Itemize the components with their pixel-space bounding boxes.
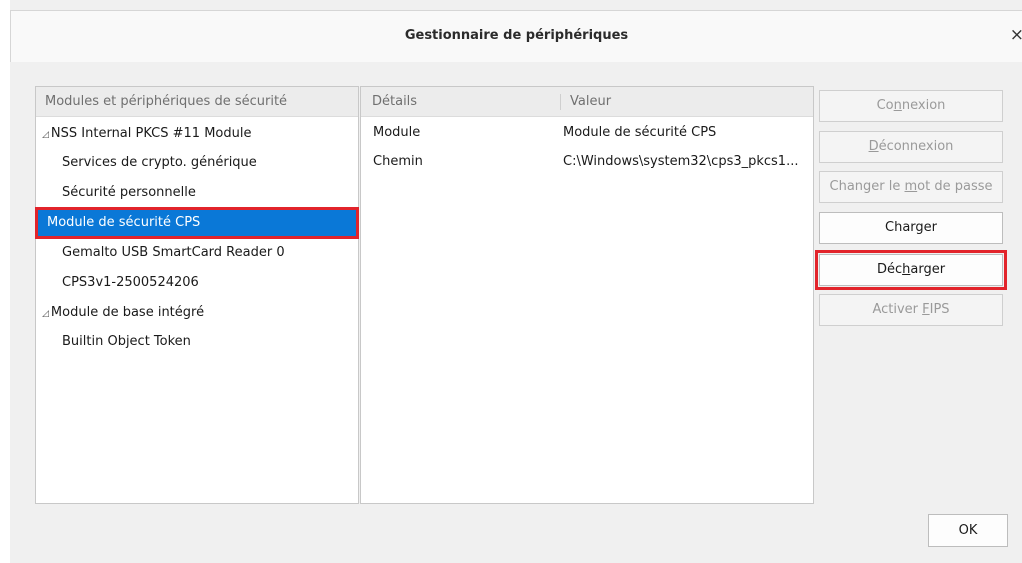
tree-item-cps3v1-token[interactable]: CPS3v1-2500524206	[37, 270, 357, 296]
tree-item-module-base[interactable]: ◿ Module de base intégré	[37, 300, 357, 326]
details-table-header: Détails Valeur	[361, 87, 813, 117]
deconnexion-button[interactable]: Déconnexion	[819, 131, 1003, 163]
details-row-chemin[interactable]: Chemin C:\Windows\system32\cps3_pkcs1...	[373, 149, 813, 175]
title-bar: Gestionnaire de périphériques ×	[10, 10, 1022, 62]
accelerator-key: D	[868, 139, 879, 154]
activer-fips-button[interactable]: Activer FIPS	[819, 294, 1003, 326]
tree-item-label: Gemalto USB SmartCard Reader 0	[62, 245, 285, 260]
tree-item-label: CPS3v1-2500524206	[62, 275, 199, 290]
window-title: Gestionnaire de périphériques	[404, 28, 629, 43]
accelerator-key: m	[904, 179, 918, 194]
tree-item-label: Services de crypto. générique	[62, 155, 257, 170]
expanded-triangle-icon[interactable]: ◿	[42, 130, 49, 140]
modules-tree-header[interactable]: Modules et périphériques de sécurité	[36, 87, 358, 117]
connexion-button[interactable]: Connexion	[819, 90, 1003, 122]
tree-item-label: NSS Internal PKCS #11 Module	[50, 126, 252, 141]
button-label: Activer	[872, 302, 923, 317]
detail-value: Module de sécurité CPS	[563, 125, 717, 140]
accelerator-key: F	[922, 302, 930, 317]
tree-item-services-crypto[interactable]: Services de crypto. générique	[37, 150, 357, 176]
button-label: IPS	[929, 302, 950, 317]
tree-item-gemalto-reader[interactable]: Gemalto USB SmartCard Reader 0	[37, 240, 357, 266]
detail-key: Module	[373, 125, 421, 140]
button-label: Changer le	[829, 179, 905, 194]
details-table-panel: Détails Valeur Module Module de sécurité…	[360, 86, 814, 504]
tree-item-label: Builtin Object Token	[62, 334, 191, 349]
column-divider[interactable]	[560, 94, 561, 110]
background-edge	[0, 0, 10, 563]
button-label: ot de passe	[917, 179, 993, 194]
button-label: Charger	[885, 220, 937, 235]
charger-button[interactable]: Charger	[819, 212, 1003, 244]
tree-item-nss-internal[interactable]: ◿ NSS Internal PKCS #11 Module	[37, 121, 357, 147]
detail-value: C:\Windows\system32\cps3_pkcs1...	[563, 154, 799, 169]
expanded-triangle-icon[interactable]: ◿	[42, 309, 49, 319]
details-row-module[interactable]: Module Module de sécurité CPS	[373, 120, 813, 146]
decharger-button[interactable]: Décharger	[815, 250, 1007, 290]
tree-item-label: Module de sécurité CPS	[47, 215, 201, 230]
tree-item-label: Sécurité personnelle	[62, 185, 196, 200]
button-label: Co	[876, 98, 894, 113]
modules-tree-panel: Modules et périphériques de sécurité ◿ NS…	[35, 86, 359, 504]
tree-item-builtin-token[interactable]: Builtin Object Token	[37, 329, 357, 355]
accelerator-key: n	[893, 98, 902, 113]
button-label: Déc	[876, 262, 903, 277]
tree-item-module-cps[interactable]: Module de sécurité CPS	[35, 207, 359, 239]
close-icon[interactable]: ×	[1010, 25, 1022, 45]
column-header-details[interactable]: Détails	[372, 87, 417, 116]
tree-item-label: Module de base intégré	[50, 305, 205, 320]
detail-key: Chemin	[373, 154, 423, 169]
column-header-value[interactable]: Valeur	[570, 87, 611, 116]
change-password-button[interactable]: Changer le mot de passe	[819, 171, 1003, 203]
button-label: arger	[910, 262, 946, 277]
ok-button[interactable]: OK	[928, 514, 1008, 547]
tree-item-securite-personnelle[interactable]: Sécurité personnelle	[37, 180, 357, 206]
button-label: nexion	[901, 98, 946, 113]
button-label: éconnexion	[878, 139, 954, 154]
